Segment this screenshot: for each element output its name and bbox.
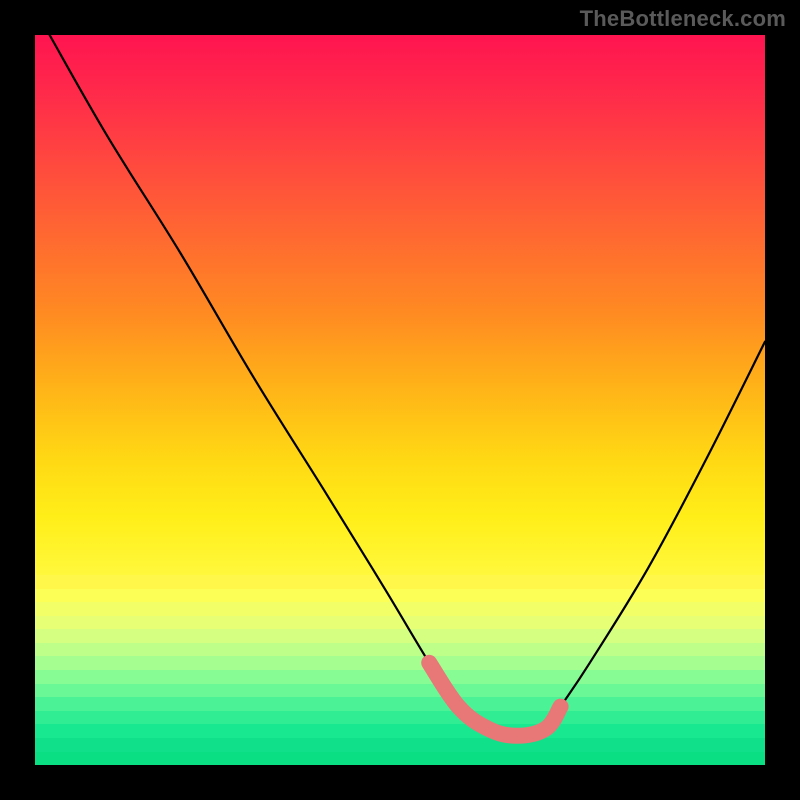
bottleneck-curve (50, 35, 765, 736)
plot-area (35, 35, 765, 765)
minimum-band (429, 663, 560, 736)
curve-svg (35, 35, 765, 765)
watermark-label: TheBottleneck.com (580, 6, 786, 32)
chart-frame: TheBottleneck.com (0, 0, 800, 800)
